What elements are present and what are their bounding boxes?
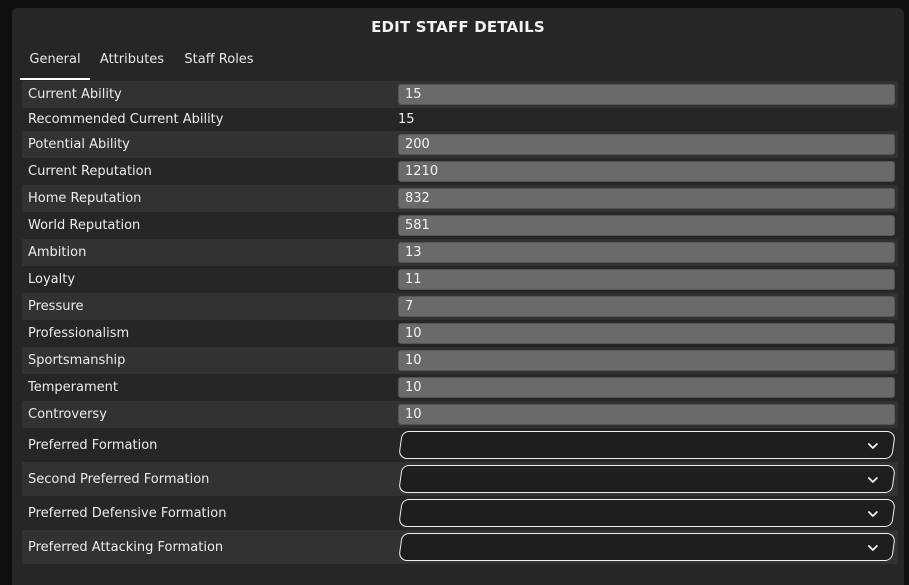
row-preferred-formation: Preferred Formation — [22, 428, 898, 462]
current-ability-input[interactable] — [398, 84, 895, 105]
tab-attributes[interactable]: Attributes — [98, 51, 166, 81]
potential-ability-label: Potential Ability — [28, 137, 130, 152]
world-reputation-label: World Reputation — [28, 218, 141, 233]
row-recommended-current-ability: Recommended Current Ability 15 — [22, 108, 898, 131]
world-reputation-input[interactable] — [398, 215, 895, 236]
temperament-input[interactable] — [398, 377, 895, 398]
ambition-input[interactable] — [398, 242, 895, 263]
pressure-label: Pressure — [28, 299, 84, 314]
current-reputation-input[interactable] — [398, 161, 895, 182]
dialog-title: EDIT STAFF DETAILS — [371, 18, 545, 36]
general-form: Current Ability Recommended Current Abil… — [22, 81, 898, 564]
temperament-label: Temperament — [28, 380, 118, 395]
second-preferred-formation-label: Second Preferred Formation — [28, 471, 210, 487]
current-reputation-label: Current Reputation — [28, 164, 152, 179]
potential-ability-input[interactable] — [398, 134, 895, 155]
second-preferred-formation-dropdown[interactable] — [398, 465, 896, 493]
recommended-current-ability-value: 15 — [398, 112, 415, 127]
row-current-reputation: Current Reputation — [22, 158, 898, 185]
row-preferred-attacking-formation: Preferred Attacking Formation — [22, 530, 898, 564]
sportsmanship-label: Sportsmanship — [28, 353, 126, 368]
loyalty-input[interactable] — [398, 269, 895, 290]
row-home-reputation: Home Reputation — [22, 185, 898, 212]
ambition-label: Ambition — [28, 245, 87, 260]
row-second-preferred-formation: Second Preferred Formation — [22, 462, 898, 496]
home-reputation-label: Home Reputation — [28, 191, 142, 206]
current-ability-label: Current Ability — [28, 87, 122, 102]
preferred-formation-label: Preferred Formation — [28, 437, 158, 453]
chevron-down-icon — [867, 443, 878, 449]
row-world-reputation: World Reputation — [22, 212, 898, 239]
professionalism-input[interactable] — [398, 323, 895, 344]
controversy-input[interactable] — [398, 404, 895, 425]
recommended-current-ability-label: Recommended Current Ability — [28, 112, 224, 127]
preferred-formation-dropdown[interactable] — [398, 431, 896, 459]
chevron-down-icon — [867, 545, 878, 551]
preferred-defensive-formation-dropdown[interactable] — [398, 499, 896, 527]
loyalty-label: Loyalty — [28, 272, 76, 287]
professionalism-label: Professionalism — [28, 326, 130, 341]
row-potential-ability: Potential Ability — [22, 131, 898, 158]
preferred-defensive-formation-label: Preferred Defensive Formation — [28, 505, 227, 521]
row-loyalty: Loyalty — [22, 266, 898, 293]
row-current-ability: Current Ability — [22, 81, 898, 108]
preferred-attacking-formation-label: Preferred Attacking Formation — [28, 539, 224, 555]
preferred-attacking-formation-dropdown[interactable] — [398, 533, 896, 561]
tab-staff-roles[interactable]: Staff Roles — [182, 51, 256, 81]
chevron-down-icon — [867, 511, 878, 517]
row-ambition: Ambition — [22, 239, 898, 266]
chevron-down-icon — [867, 477, 878, 483]
row-pressure: Pressure — [22, 293, 898, 320]
edit-staff-details-dialog: EDIT STAFF DETAILS General Attributes St… — [12, 8, 904, 585]
tab-general[interactable]: General — [20, 51, 90, 81]
home-reputation-input[interactable] — [398, 188, 895, 209]
row-professionalism: Professionalism — [22, 320, 898, 347]
row-sportsmanship: Sportsmanship — [22, 347, 898, 374]
pressure-input[interactable] — [398, 296, 895, 317]
row-controversy: Controversy — [22, 401, 898, 428]
row-preferred-defensive-formation: Preferred Defensive Formation — [22, 496, 898, 530]
controversy-label: Controversy — [28, 407, 107, 422]
row-temperament: Temperament — [22, 374, 898, 401]
sportsmanship-input[interactable] — [398, 350, 895, 371]
